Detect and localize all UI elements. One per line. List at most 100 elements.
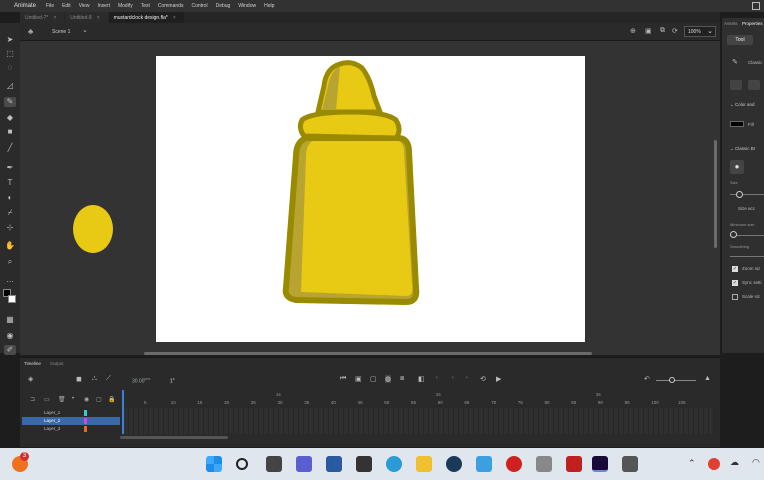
layer-row-1[interactable]: Layer_1 bbox=[22, 409, 120, 417]
new-folder-icon[interactable]: ▭ bbox=[44, 396, 50, 403]
new-layer-icon[interactable]: ⊐ bbox=[30, 396, 35, 403]
camera-icon[interactable]: ◼ bbox=[76, 375, 82, 383]
size-option[interactable]: Size acc bbox=[738, 206, 755, 211]
stage-canvas[interactable] bbox=[156, 56, 585, 342]
visibility-icon[interactable]: ◉ bbox=[84, 396, 89, 403]
brush-shape-icon[interactable]: ✐ bbox=[4, 345, 16, 355]
doc-tab-untitled-8[interactable]: Untitled-8 × bbox=[65, 12, 108, 23]
brush-mode-icon[interactable]: ◉ bbox=[4, 331, 16, 341]
clip-icon[interactable]: ⧉ bbox=[660, 27, 665, 35]
fill-color-swatch[interactable] bbox=[8, 295, 16, 303]
timeline-tab[interactable]: Timeline bbox=[24, 361, 41, 366]
windows-start-icon[interactable] bbox=[206, 456, 222, 472]
edge-icon[interactable] bbox=[386, 456, 402, 472]
animate-icon[interactable] bbox=[592, 456, 608, 472]
app-icon[interactable] bbox=[536, 456, 552, 472]
menu-window[interactable]: Window bbox=[234, 3, 260, 9]
notepad-icon[interactable] bbox=[476, 456, 492, 472]
output-tab[interactable]: Output bbox=[50, 361, 64, 366]
color-section-header[interactable]: ⌄ Color and bbox=[730, 102, 755, 108]
close-icon[interactable]: × bbox=[53, 15, 56, 21]
mustard-bottle-drawing[interactable] bbox=[156, 56, 585, 342]
search-icon[interactable] bbox=[236, 458, 248, 470]
frame-grid[interactable] bbox=[124, 408, 714, 434]
chevron-down-icon[interactable]: ⌄ bbox=[82, 26, 88, 34]
share-icon[interactable] bbox=[752, 2, 760, 10]
trash-icon[interactable]: 🗑 bbox=[58, 396, 66, 403]
flash-icon[interactable] bbox=[566, 456, 582, 472]
close-icon[interactable]: × bbox=[173, 15, 176, 21]
size-slider-thumb[interactable] bbox=[736, 191, 743, 198]
teams-icon[interactable] bbox=[296, 456, 312, 472]
pin-tool-icon[interactable]: ⊹ bbox=[4, 223, 16, 233]
stage-vertical-scrollbar[interactable] bbox=[714, 140, 717, 248]
menu-view[interactable]: View bbox=[75, 3, 94, 9]
paint-bucket-icon[interactable]: ◐ bbox=[4, 193, 16, 203]
menu-modify[interactable]: Modify bbox=[114, 3, 137, 9]
brush-shape-icon[interactable]: ● bbox=[730, 160, 744, 174]
tool-tab[interactable]: Tool bbox=[727, 35, 753, 45]
scale-size-checkbox[interactable] bbox=[732, 294, 738, 300]
offstage-mustard-blob[interactable] bbox=[70, 202, 118, 258]
close-icon[interactable]: × bbox=[97, 15, 100, 21]
menu-commands[interactable]: Commands bbox=[154, 3, 188, 9]
menu-file[interactable]: File bbox=[42, 3, 58, 9]
rectangle-tool-icon[interactable]: ■ bbox=[4, 127, 16, 137]
zoom-size-checkbox[interactable]: ✓ bbox=[732, 266, 738, 272]
zoom-select[interactable]: 100% ⌄ bbox=[684, 26, 716, 37]
menu-edit[interactable]: Edit bbox=[58, 3, 75, 9]
subselection-tool-icon[interactable]: ⬚ bbox=[4, 49, 16, 59]
doc-tab-untitled-7[interactable]: Untitled-7* × bbox=[20, 12, 65, 23]
menu-insert[interactable]: Insert bbox=[93, 3, 114, 9]
red-app-icon[interactable] bbox=[506, 456, 522, 472]
eyedropper-icon[interactable]: ⌿ bbox=[4, 208, 16, 218]
task-view-icon[interactable] bbox=[266, 456, 282, 472]
graph-icon[interactable]: ⟋ bbox=[106, 375, 111, 383]
cloud-icon[interactable]: ☁ bbox=[730, 457, 739, 468]
brush-tool-icon[interactable]: ✎ bbox=[4, 97, 16, 107]
edit-symbols-icon[interactable]: ▣ bbox=[645, 27, 652, 35]
layer-row-2[interactable]: Layer_2 bbox=[22, 417, 120, 425]
smoothing-slider[interactable] bbox=[730, 256, 764, 257]
menu-text[interactable]: Text bbox=[137, 3, 154, 9]
lasso-tool-icon[interactable]: ◌ bbox=[4, 63, 16, 73]
selection-tool-icon[interactable]: ➤ bbox=[4, 35, 16, 45]
eraser-tool-icon[interactable]: ◆ bbox=[4, 113, 16, 123]
brush-mode-icon[interactable] bbox=[748, 80, 760, 90]
stage-horizontal-scrollbar[interactable] bbox=[144, 352, 592, 355]
snipping-tool-icon[interactable] bbox=[356, 456, 372, 472]
text-tool-icon[interactable]: T bbox=[4, 178, 16, 188]
hand-tool-icon[interactable]: ✋ bbox=[4, 241, 16, 251]
doc-tab-mustardclock[interactable]: mustardclock design.fla* × bbox=[108, 12, 184, 23]
pen-tool-icon[interactable]: ✒ bbox=[4, 163, 16, 173]
properties-tab[interactable]: Properties bbox=[742, 21, 763, 26]
playhead[interactable] bbox=[122, 390, 124, 434]
highlight-icon[interactable]: • bbox=[72, 396, 74, 402]
menu-debug[interactable]: Debug bbox=[212, 3, 235, 9]
lock-icon[interactable]: 🔒 bbox=[108, 396, 115, 403]
frame-ruler[interactable]: 5 10 15 20 25 30 35 40 45 50 55 60 65 70 75 80 85 90 95 100… bbox=[124, 358, 714, 408]
wifi-icon[interactable]: ◠ bbox=[752, 457, 760, 468]
store-icon[interactable] bbox=[326, 456, 342, 472]
min-size-slider-thumb[interactable] bbox=[730, 231, 737, 238]
chevron-up-icon[interactable]: ⌃ bbox=[688, 458, 696, 469]
brush-section-header[interactable]: ⌄ Classic Br bbox=[730, 146, 755, 152]
file-explorer-icon[interactable] bbox=[416, 456, 432, 472]
more-tools-icon[interactable]: … bbox=[4, 275, 16, 285]
sound-app-icon[interactable] bbox=[622, 456, 638, 472]
fill-swatch[interactable] bbox=[730, 121, 744, 127]
line-tool-icon[interactable]: ╱ bbox=[4, 143, 16, 153]
transform-tool-icon[interactable]: ◿ bbox=[4, 81, 16, 91]
scene-label[interactable]: Scene 1 bbox=[52, 29, 70, 35]
layer-row-3[interactable]: Layer_3 bbox=[22, 425, 120, 433]
tray-app-icon[interactable] bbox=[708, 458, 720, 470]
sync-settings-checkbox[interactable]: ✓ bbox=[732, 280, 738, 286]
stroke-mode-icon[interactable] bbox=[730, 80, 742, 90]
menu-help[interactable]: Help bbox=[260, 3, 278, 9]
steam-icon[interactable] bbox=[446, 456, 462, 472]
outline-icon[interactable]: ▢ bbox=[96, 396, 102, 403]
object-drawing-icon[interactable]: ▦ bbox=[4, 315, 16, 325]
menu-control[interactable]: Control bbox=[187, 3, 211, 9]
rotation-icon[interactable]: ⟳ bbox=[672, 27, 678, 35]
zoom-tool-icon[interactable]: ⌕ bbox=[4, 257, 16, 267]
